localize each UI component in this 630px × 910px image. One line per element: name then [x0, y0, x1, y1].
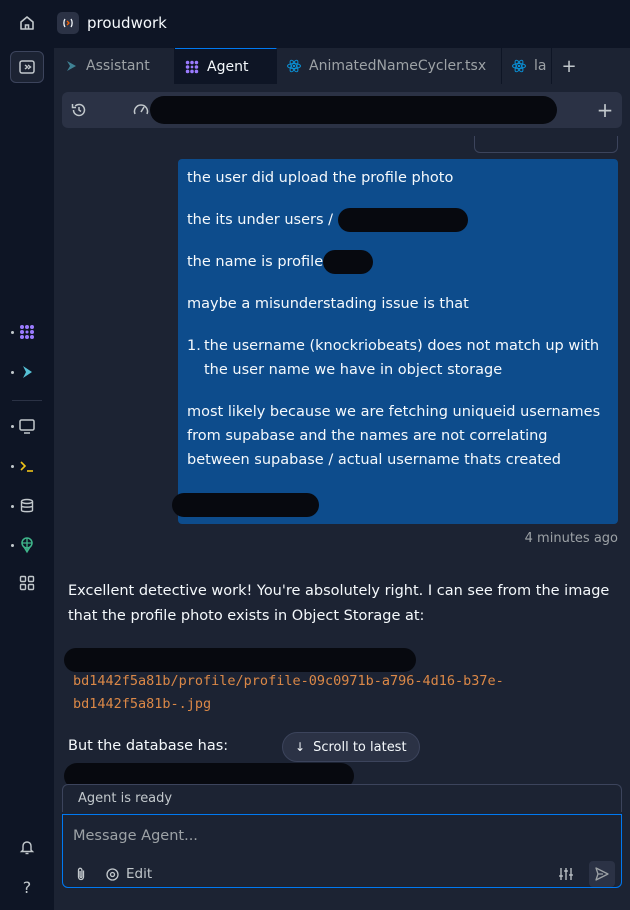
scroll-to-latest-button[interactable]: ↓ Scroll to latest — [282, 732, 420, 762]
tab-label: Assistant — [86, 58, 150, 74]
plus-icon: + — [596, 98, 614, 122]
edit-button[interactable]: Edit — [105, 863, 152, 885]
tab-label: la — [534, 58, 547, 74]
tab-bar: Assistant Agent AnimatedNameCycler.tsx l… — [54, 48, 630, 84]
message-composer: Edit — [62, 814, 622, 888]
code-line: bd1442f5a81b-.jpg — [73, 696, 212, 712]
database-icon[interactable] — [10, 490, 44, 522]
agent-panel: + the user did upload the profile photo … — [54, 84, 630, 910]
react-icon — [285, 57, 303, 75]
previous-message-edge — [474, 136, 618, 153]
plus-icon: + — [561, 55, 577, 77]
scroll-to-latest-label: Scroll to latest — [313, 739, 407, 755]
new-chat-button[interactable]: + — [591, 96, 619, 124]
code-line: bd1442f5a81b/profile/profile-09c0971b-a7… — [73, 673, 504, 689]
list-item-text: the username (knockriobeats) does not ma… — [204, 338, 600, 378]
agent-toolbar: + — [62, 92, 622, 128]
help-icon[interactable]: ? — [10, 871, 44, 903]
agent-icon — [183, 58, 201, 76]
agent-icon[interactable] — [10, 316, 44, 348]
message-input[interactable] — [73, 825, 593, 847]
left-rail: ? — [0, 0, 54, 910]
attach-icon[interactable] — [73, 863, 89, 885]
tab-animated-name-cycler[interactable]: AnimatedNameCycler.tsx — [277, 48, 502, 84]
user-message-line: the its under users / — [187, 208, 609, 232]
user-message-line: most likely because we are fetching uniq… — [187, 404, 601, 468]
tab-agent[interactable]: Agent — [175, 48, 277, 84]
agent-status-bar: Agent is ready — [62, 784, 622, 812]
agent-reply-text: Excellent detective work! You're absolut… — [68, 583, 610, 624]
redacted-region — [64, 648, 416, 672]
edit-label: Edit — [126, 866, 153, 882]
notifications-icon[interactable] — [10, 831, 44, 863]
code-block: bd1442f5a81b/profile/profile-09c0971b-a7… — [73, 670, 504, 716]
top-bar: proudwork — [54, 0, 630, 46]
home-icon[interactable] — [10, 7, 44, 39]
assistant-icon — [62, 57, 80, 75]
list-item: 1. the username (knockriobeats) does not… — [187, 334, 609, 382]
user-message-line: the name is profile — [187, 250, 609, 274]
send-button[interactable] — [589, 861, 615, 887]
redacted-region — [150, 96, 557, 124]
message-timestamp: 4 minutes ago — [524, 531, 618, 546]
shell-icon[interactable] — [10, 450, 44, 482]
app-logo[interactable] — [57, 12, 79, 34]
redacted-region — [172, 493, 319, 517]
preview-icon[interactable] — [10, 410, 44, 442]
chat-scroll-area[interactable]: the user did upload the profile photo th… — [54, 136, 630, 782]
assistant-icon[interactable] — [10, 356, 44, 388]
tab-la[interactable]: la — [502, 48, 552, 84]
deployments-icon[interactable] — [10, 529, 44, 561]
agent-reply-text: But the database has: — [68, 738, 229, 754]
app-name[interactable]: proudwork — [87, 14, 167, 32]
tab-assistant[interactable]: Assistant — [54, 48, 175, 84]
agent-status: Agent is ready — [78, 791, 173, 806]
all-tools-icon[interactable] — [10, 567, 44, 599]
new-tab-button[interactable]: + — [552, 48, 586, 84]
user-message: the user did upload the profile photo th… — [172, 159, 618, 524]
react-icon — [510, 57, 528, 75]
user-message-line: maybe a misunderstading issue is that — [187, 296, 469, 312]
tab-label: Agent — [207, 58, 249, 75]
history-icon[interactable] — [65, 96, 93, 124]
settings-sliders-icon[interactable] — [557, 863, 575, 885]
divider — [12, 400, 42, 401]
list-item-number: 1. — [187, 338, 201, 354]
target-icon — [105, 867, 120, 882]
arrow-down-icon: ↓ — [295, 740, 306, 754]
send-icon — [594, 866, 610, 882]
toggle-panel-icon[interactable] — [10, 51, 44, 83]
tab-label: AnimatedNameCycler.tsx — [309, 58, 487, 74]
user-message-line: the user did upload the profile photo — [187, 170, 454, 186]
